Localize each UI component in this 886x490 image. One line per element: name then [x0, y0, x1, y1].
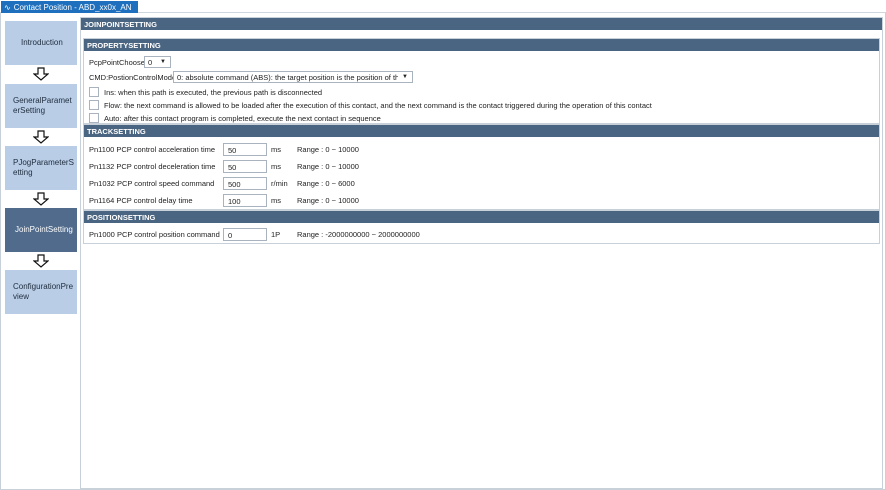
- auto-option: Auto: after this contact program is comp…: [89, 113, 381, 123]
- param-label: Pn1032 PCP control speed command: [89, 178, 215, 188]
- mode-label: CMD:PostionControlMode: [89, 72, 177, 82]
- mode-value: 0: absolute command (ABS): the target po…: [177, 72, 398, 82]
- track-setting-header: TRACKSETTING: [84, 125, 879, 137]
- ins-option: Ins: when this path is executed, the pre…: [89, 87, 322, 97]
- acceleration-time-input[interactable]: [223, 142, 267, 156]
- step-label: Introduction: [21, 38, 63, 47]
- param-label: Pn1000 PCP control position command: [89, 229, 220, 239]
- param-unit: 1P: [271, 229, 281, 239]
- main-header: JOINPOINTSETTING: [81, 18, 882, 30]
- pcp-point-value: 0: [148, 57, 153, 67]
- step-label: ConfigurationPreview: [13, 282, 74, 301]
- param-range: Range : 0 ~ 6000: [297, 178, 355, 188]
- step-configuration-preview[interactable]: ConfigurationPreview: [5, 270, 77, 314]
- mode-row: CMD:PostionControlMode 0: absolute comma…: [89, 71, 413, 83]
- param-row-pn1032: Pn1032 PCP control speed command r/min R…: [89, 176, 355, 190]
- window-title: Contact Position - ABD_xx0x_AN: [13, 2, 132, 12]
- pcp-point-label: PcpPointChoose: [89, 57, 145, 67]
- position-command-input[interactable]: [223, 227, 267, 241]
- deceleration-time-input[interactable]: [223, 159, 267, 173]
- step-join-point-setting[interactable]: JoinPointSetting: [5, 208, 77, 252]
- position-setting-header: POSITIONSETTING: [84, 211, 879, 223]
- step-label: PJogParameterSetting: [13, 158, 74, 177]
- step-label: GeneralParameterSetting: [13, 96, 72, 115]
- param-range: Range : 0 ~ 10000: [297, 161, 359, 171]
- pcp-point-row: PcpPointChoose 0 ▼: [89, 56, 171, 68]
- param-label: Pn1132 PCP control deceleration time: [89, 161, 216, 171]
- flow-option: Flow: the next command is allowed to be …: [89, 100, 652, 110]
- flow-checkbox[interactable]: [89, 100, 99, 110]
- property-setting-header: PROPERTYSETTING: [84, 39, 879, 51]
- step-pjog-parameter-setting[interactable]: PJogParameterSetting: [5, 146, 77, 190]
- step-general-parameter-setting[interactable]: GeneralParameterSetting: [5, 84, 77, 128]
- contact-position-icon: ∿: [4, 2, 11, 12]
- step-introduction[interactable]: Introduction: [5, 21, 77, 65]
- title-bar: ∿ Contact Position - ABD_xx0x_AN: [0, 0, 886, 13]
- param-row-pn1164: Pn1164 PCP control delay time ms Range :…: [89, 193, 359, 207]
- delay-time-input[interactable]: [223, 193, 267, 207]
- param-label: Pn1100 PCP control acceleration time: [89, 144, 216, 154]
- down-arrow-icon: [33, 254, 49, 268]
- position-control-mode-select[interactable]: 0: absolute command (ABS): the target po…: [173, 71, 413, 83]
- chevron-down-icon: ▼: [160, 59, 166, 65]
- ins-label: Ins: when this path is executed, the pre…: [104, 87, 323, 97]
- step-label: JoinPointSetting: [15, 225, 73, 234]
- window-tab[interactable]: ∿ Contact Position - ABD_xx0x_AN: [1, 1, 138, 13]
- down-arrow-icon: [33, 192, 49, 206]
- wizard-frame: Introduction GeneralParameterSetting PJo…: [0, 13, 886, 490]
- param-range: Range : 0 ~ 10000: [297, 144, 359, 154]
- track-setting-panel: TRACKSETTING Pn1100 PCP control accelera…: [83, 124, 880, 210]
- param-range: Range : 0 ~ 10000: [297, 195, 359, 205]
- position-setting-panel: POSITIONSETTING Pn1000 PCP control posit…: [83, 210, 880, 244]
- param-row-pn1100: Pn1100 PCP control acceleration time ms …: [89, 142, 359, 156]
- chevron-down-icon: ▼: [400, 74, 408, 80]
- param-unit: ms: [271, 144, 281, 154]
- property-setting-panel: PROPERTYSETTING PcpPointChoose 0 ▼ CMD:P…: [83, 38, 880, 124]
- speed-command-input[interactable]: [223, 176, 267, 190]
- param-unit: r/min: [271, 178, 288, 188]
- auto-checkbox[interactable]: [89, 113, 99, 123]
- param-unit: ms: [271, 195, 281, 205]
- down-arrow-icon: [33, 130, 49, 144]
- auto-label: Auto: after this contact program is comp…: [104, 113, 381, 123]
- param-row-pn1000: Pn1000 PCP control position command 1P R…: [89, 227, 420, 241]
- param-label: Pn1164 PCP control delay time: [89, 195, 193, 205]
- down-arrow-icon: [33, 67, 49, 81]
- param-range: Range : -2000000000 ~ 2000000000: [297, 229, 420, 239]
- main-content: JOINPOINTSETTING PROPERTYSETTING PcpPoin…: [80, 17, 883, 489]
- param-unit: ms: [271, 161, 281, 171]
- pcp-point-select[interactable]: 0 ▼: [144, 56, 171, 68]
- param-row-pn1132: Pn1132 PCP control deceleration time ms …: [89, 159, 359, 173]
- ins-checkbox[interactable]: [89, 87, 99, 97]
- flow-label: Flow: the next command is allowed to be …: [104, 100, 652, 110]
